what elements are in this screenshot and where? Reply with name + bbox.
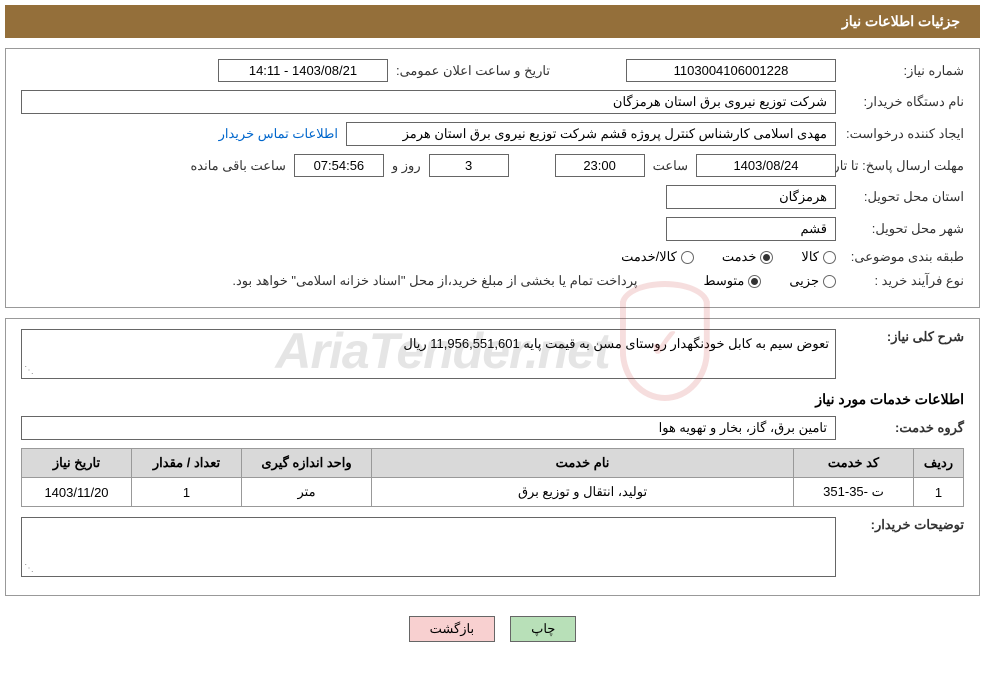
delivery-city-value: قشم xyxy=(666,217,836,241)
need-number-value: 1103004106001228 xyxy=(626,59,836,82)
radio-medium[interactable]: متوسط xyxy=(703,273,761,289)
cell-row: 1 xyxy=(914,478,964,507)
days-remaining-value: 3 xyxy=(429,154,509,177)
deadline-time-value: 23:00 xyxy=(555,154,645,177)
buyer-contact-link[interactable]: اطلاعات تماس خریدار xyxy=(219,126,338,142)
time-label: ساعت xyxy=(653,158,688,174)
delivery-province-value: هرمزگان xyxy=(666,185,836,209)
cell-name: تولید، انتقال و توزیع برق xyxy=(372,478,794,507)
radio-icon xyxy=(760,251,773,264)
radio-icon xyxy=(748,275,761,288)
radio-icon xyxy=(823,275,836,288)
radio-icon xyxy=(681,251,694,264)
time-remaining-value: 07:54:56 xyxy=(294,154,384,177)
services-table: ردیف کد خدمت نام خدمت واحد اندازه گیری ت… xyxy=(21,448,964,507)
purchase-type-label: نوع فرآیند خرید : xyxy=(844,273,964,289)
category-label: طبقه بندی موضوعی: xyxy=(844,249,964,265)
th-code: کد خدمت xyxy=(794,449,914,478)
service-group-label: گروه خدمت: xyxy=(844,420,964,436)
radio-service-label: خدمت xyxy=(722,249,757,265)
delivery-province-label: استان محل تحویل: xyxy=(844,189,964,205)
radio-service[interactable]: خدمت xyxy=(722,249,774,265)
announce-date-label: تاریخ و ساعت اعلان عمومی: xyxy=(396,63,550,79)
th-unit: واحد اندازه گیری xyxy=(242,449,372,478)
page-title: جزئیات اطلاعات نیاز xyxy=(842,13,960,29)
radio-goods-service-label: کالا/خدمت xyxy=(621,249,677,265)
radio-goods-service[interactable]: کالا/خدمت xyxy=(621,249,694,265)
th-name: نام خدمت xyxy=(372,449,794,478)
payment-note: پرداخت تمام یا بخشی از مبلغ خرید،از محل … xyxy=(232,273,637,289)
page-header: جزئیات اطلاعات نیاز xyxy=(5,5,980,38)
radio-minor-label: جزیی xyxy=(789,273,819,289)
buyer-org-value: شرکت توزیع نیروی برق استان هرمزگان xyxy=(21,90,836,114)
main-details-panel: شماره نیاز: 1103004106001228 تاریخ و ساع… xyxy=(5,48,980,308)
radio-minor[interactable]: جزیی xyxy=(789,273,836,289)
requester-label: ایجاد کننده درخواست: xyxy=(844,126,964,142)
services-panel: شرح کلی نیاز: تعوض سیم به کابل خودنگهدار… xyxy=(5,318,980,596)
deadline-label: مهلت ارسال پاسخ: تا تاریخ: xyxy=(844,158,964,174)
service-group-value: تامین برق، گاز، بخار و تهویه هوا xyxy=(21,416,836,440)
th-date: تاریخ نیاز xyxy=(22,449,132,478)
services-info-title: اطلاعات خدمات مورد نیاز xyxy=(21,391,964,408)
requester-value: مهدی اسلامی کارشناس کنترل پروژه قشم شرکت… xyxy=(346,122,836,146)
back-button[interactable]: بازگشت xyxy=(409,616,495,642)
th-qty: تعداد / مقدار xyxy=(132,449,242,478)
resize-handle-icon[interactable]: ⋰ xyxy=(24,563,34,574)
radio-goods[interactable]: کالا xyxy=(801,249,836,265)
resize-handle-icon[interactable]: ⋰ xyxy=(24,365,34,376)
general-desc-label: شرح کلی نیاز: xyxy=(844,329,964,345)
radio-goods-label: کالا xyxy=(801,249,819,265)
print-button[interactable]: چاپ xyxy=(510,616,576,642)
cell-unit: متر xyxy=(242,478,372,507)
table-row: 1 ت -35-351 تولید، انتقال و توزیع برق مت… xyxy=(22,478,964,507)
radio-icon xyxy=(823,251,836,264)
need-number-label: شماره نیاز: xyxy=(844,63,964,79)
announce-date-value: 1403/08/21 - 14:11 xyxy=(218,59,388,82)
radio-medium-label: متوسط xyxy=(703,273,744,289)
hours-remaining-label: ساعت باقی مانده xyxy=(190,158,285,174)
th-row: ردیف xyxy=(914,449,964,478)
cell-qty: 1 xyxy=(132,478,242,507)
buyer-org-label: نام دستگاه خریدار: xyxy=(844,94,964,110)
table-header-row: ردیف کد خدمت نام خدمت واحد اندازه گیری ت… xyxy=(22,449,964,478)
deadline-date-value: 1403/08/24 xyxy=(696,154,836,177)
buyer-notes-textarea[interactable]: ⋰ xyxy=(21,517,836,577)
buyer-notes-label: توضیحات خریدار: xyxy=(844,517,964,533)
footer-buttons: چاپ بازگشت xyxy=(0,616,985,642)
general-desc-textarea[interactable]: تعوض سیم به کابل خودنگهدار روستای مسن به… xyxy=(21,329,836,379)
cell-code: ت -35-351 xyxy=(794,478,914,507)
delivery-city-label: شهر محل تحویل: xyxy=(844,221,964,237)
days-and-label: روز و xyxy=(392,158,421,174)
general-desc-value: تعوض سیم به کابل خودنگهدار روستای مسن به… xyxy=(403,336,829,351)
cell-date: 1403/11/20 xyxy=(22,478,132,507)
